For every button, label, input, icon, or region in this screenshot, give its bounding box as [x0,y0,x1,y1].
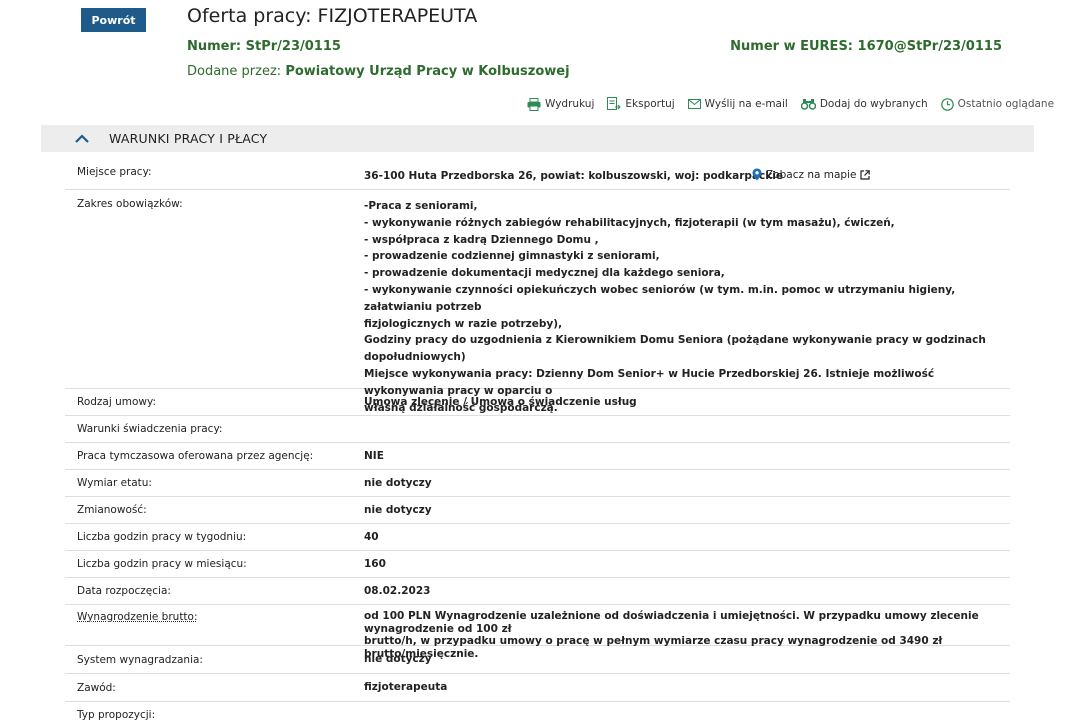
offer-number: Numer: StPr/23/0115 [187,39,341,54]
row-label: Wymiar etatu: [77,477,152,489]
row-label: Zawód: [77,681,116,694]
row-value: nie dotyczy [364,653,432,666]
export-button[interactable]: Eksportuj [607,97,675,111]
duty-line: - prowadzenie codziennej gimnastyki z se… [364,250,660,263]
favorites-button[interactable]: Dodaj do wybranych [800,97,928,111]
page-title: Oferta pracy: FIZJOTERAPEUTA [187,5,478,27]
export-label: Eksportuj [625,98,675,110]
envelope-icon [687,99,701,109]
row-label[interactable]: Wynagrodzenie brutto: [65,605,364,645]
added-by: Dodane przez: Powiatowy Urząd Pracy w Ko… [187,64,570,79]
table-row: Zakres obowiązków: -Praca z seniorami, -… [65,190,1010,414]
row-value: NIE [364,449,384,462]
added-by-label: Dodane przez: [187,64,286,79]
map-link[interactable]: Zobacz na mapie [752,168,871,181]
row-value: Umowa zlecenie / Umowa o świadczenie usł… [364,395,637,408]
table-row: System wynagradzania: nie dotyczy [65,646,1010,674]
row-label: System wynagradzania: [77,653,203,666]
row-value: 36-100 Huta Przedborska 26, powiat: kolb… [364,170,783,182]
duty-line: -Praca z seniorami, [364,200,478,212]
duty-line: - wykonywanie czynności opiekuńczych wob… [364,283,956,313]
email-button[interactable]: Wyślij na e-mail [687,97,788,111]
section-title: WARUNKI PRACY I PŁACY [109,131,268,146]
back-button[interactable]: Powrót [81,8,146,32]
row-label: Praca tymczasowa oferowana przez agencję… [77,450,314,462]
row-label: Zmianowość: [77,504,147,516]
map-link-label: Zobacz na mapie [766,168,857,181]
row-value: nie dotyczy [364,476,432,489]
map-pin-icon [752,168,762,181]
external-link-icon [860,169,871,180]
duty-line: - prowadzenie dokumentacji medycznej dla… [364,267,725,280]
printer-icon [527,97,541,111]
table-row: Data rozpoczęcia: 08.02.2023 [65,578,1010,605]
row-label: Typ propozycji: [77,709,156,721]
table-row: Wymiar etatu: nie dotyczy [65,470,1010,497]
eures-number: Numer w EURES: 1670@StPr/23/0115 [730,39,1002,54]
row-value: fizjoterapeuta [364,681,448,694]
row-label: Liczba godzin pracy w miesiącu: [77,558,247,570]
duty-line: - współpraca z kadrą Dziennego Domu , [364,233,599,246]
duty-line: - wykonywanie różnych zabiegów rehabilit… [364,216,895,229]
row-label: Rodzaj umowy: [77,396,156,408]
recent-button[interactable]: Ostatnio oglądane [940,97,1055,111]
row-value: 160 [364,557,386,570]
toolbar: Wydrukuj Eksportuj Wyślij na e-mail Doda… [527,97,1054,111]
table-row: Liczba godzin pracy w miesiącu: 160 [65,551,1010,578]
chevron-up-icon[interactable] [75,134,89,143]
row-value: 40 [364,530,379,543]
table-row: Typ propozycji: [65,702,1010,728]
table-row: Liczba godzin pracy w tygodniu: 40 [65,524,1010,551]
binoculars-icon [800,99,816,110]
added-by-office[interactable]: Powiatowy Urząd Pracy w Kolbuszowej [285,64,569,79]
duty-line: fizjologicznych w razie potrzeby), [364,317,563,330]
details-table: Miejsce pracy: 36-100 Huta Przedborska 2… [65,158,1010,728]
row-label: Zakres obowiązków: [77,198,183,210]
clock-icon [940,97,954,111]
row-value: od 100 PLN Wynagrodzenie uzależnione od … [364,605,1010,660]
row-label: Liczba godzin pracy w tygodniu: [77,531,247,543]
row-value: nie dotyczy [364,503,432,516]
table-row: Miejsce pracy: 36-100 Huta Przedborska 2… [65,158,1010,190]
section-header-work-conditions[interactable]: WARUNKI PRACY I PŁACY [41,125,1034,152]
row-label: Miejsce pracy: [77,166,152,178]
row-label: Data rozpoczęcia: [77,585,171,597]
table-row: Zmianowość: nie dotyczy [65,497,1010,524]
duty-line: Godziny pracy do uzgodnienia z Kierownik… [364,334,986,364]
row-value: -Praca z seniorami, - wykonywanie różnyc… [364,190,1010,414]
table-row: Warunki świadczenia pracy: [65,416,1010,443]
table-row: Praca tymczasowa oferowana przez agencję… [65,443,1010,470]
table-row: Zawód: fizjoterapeuta [65,674,1010,702]
favorites-label: Dodaj do wybranych [819,98,928,110]
recent-label: Ostatnio oglądane [957,98,1055,110]
export-icon [607,97,622,110]
email-label: Wyślij na e-mail [704,98,788,110]
table-row: Wynagrodzenie brutto: od 100 PLN Wynagro… [65,605,1010,660]
row-value: 08.02.2023 [364,584,431,597]
row-label: Warunki świadczenia pracy: [77,423,223,435]
print-button[interactable]: Wydrukuj [527,97,594,111]
salary-label[interactable]: Wynagrodzenie brutto: [77,611,198,623]
print-label: Wydrukuj [545,98,595,110]
salary-line: od 100 PLN Wynagrodzenie uzależnione od … [364,610,979,635]
